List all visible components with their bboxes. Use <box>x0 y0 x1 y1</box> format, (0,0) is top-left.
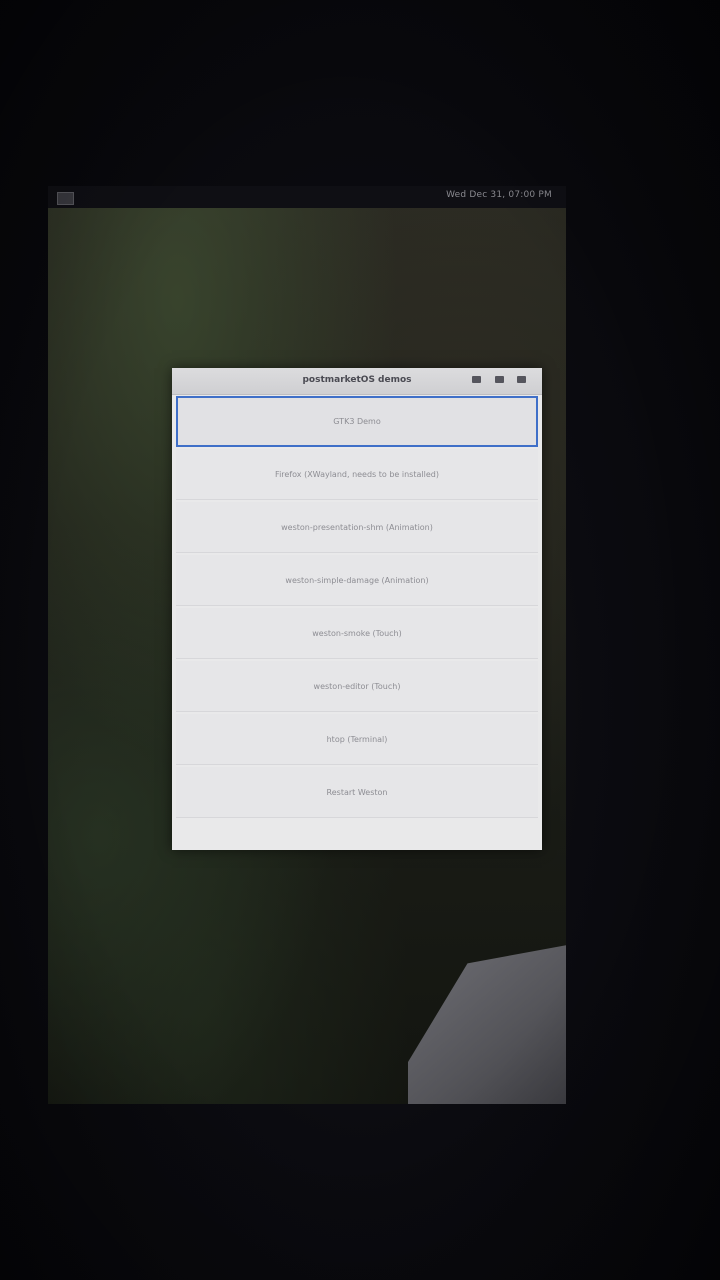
list-item-label: GTK3 Demo <box>333 417 381 426</box>
app-launcher-icon[interactable] <box>57 192 74 205</box>
list-item-weston-presentation-shm[interactable]: weston-presentation-shm (Animation) <box>176 502 538 553</box>
list-item-label: Firefox (XWayland, needs to be installed… <box>275 469 439 479</box>
device-screen: Wed Dec 31, 07:00 PM postmarketOS demos … <box>48 186 566 1104</box>
wallpaper-rock-shape <box>408 943 566 1104</box>
list-item-label: Restart Weston <box>326 787 388 797</box>
minimize-icon[interactable] <box>472 376 481 383</box>
close-icon[interactable] <box>517 376 526 383</box>
top-panel: Wed Dec 31, 07:00 PM <box>48 186 566 208</box>
list-item-label: weston-editor (Touch) <box>313 681 401 691</box>
list-footer <box>176 824 538 846</box>
list-item-htop[interactable]: htop (Terminal) <box>176 714 538 765</box>
maximize-icon[interactable] <box>495 376 504 383</box>
demos-window: postmarketOS demos GTK3 Demo Firefox (XW… <box>172 368 542 850</box>
list-item-gtk3-demo[interactable]: GTK3 Demo <box>176 396 538 447</box>
list-item-weston-editor[interactable]: weston-editor (Touch) <box>176 661 538 712</box>
window-title: postmarketOS demos <box>302 375 412 385</box>
window-titlebar[interactable]: postmarketOS demos <box>172 368 542 395</box>
list-item-label: weston-smoke (Touch) <box>312 628 402 638</box>
list-item-label: htop (Terminal) <box>326 734 388 744</box>
list-item-label: weston-simple-damage (Animation) <box>285 575 429 585</box>
panel-clock: Wed Dec 31, 07:00 PM <box>446 190 552 200</box>
demo-list: GTK3 Demo Firefox (XWayland, needs to be… <box>176 396 538 820</box>
list-item-weston-smoke[interactable]: weston-smoke (Touch) <box>176 608 538 659</box>
list-item-weston-simple-damage[interactable]: weston-simple-damage (Animation) <box>176 555 538 606</box>
list-item-label: weston-presentation-shm (Animation) <box>281 522 433 532</box>
list-item-restart-weston[interactable]: Restart Weston <box>176 767 538 818</box>
list-item-firefox[interactable]: Firefox (XWayland, needs to be installed… <box>176 449 538 500</box>
